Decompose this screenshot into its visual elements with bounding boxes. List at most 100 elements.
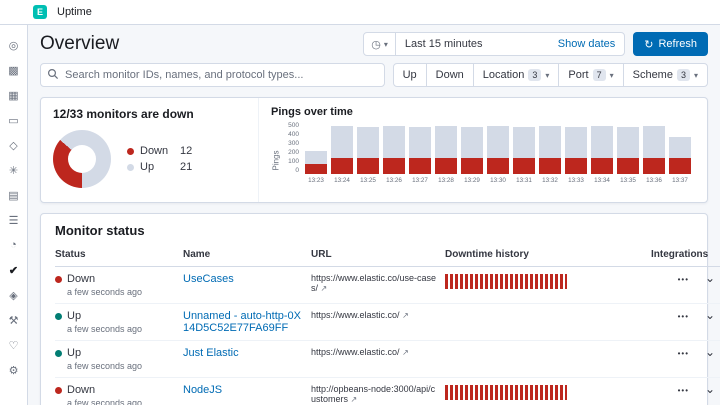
external-link-icon[interactable]: ↗ (351, 395, 358, 404)
monitor-name-link[interactable]: UseCases (183, 273, 234, 285)
x-tick-label: 13:36 (641, 177, 667, 184)
quick-select-menu-button[interactable]: ◷ ▾ (364, 33, 396, 55)
monitor-url: http://opbeans-node:3000/api/customers (311, 384, 435, 404)
pings-bar[interactable] (641, 122, 667, 174)
external-link-icon[interactable]: ↗ (321, 284, 328, 293)
external-link-icon[interactable]: ↗ (402, 348, 409, 357)
filter-port-button[interactable]: Port 7 ▾ (558, 64, 622, 86)
filter-down-button[interactable]: Down (426, 64, 473, 86)
apm-icon[interactable]: ◔ (4, 235, 24, 255)
sidebar: ◎ ▩ ▦ ▭ ◇ ✳ ▤ ☰ ◔ ✔ ◈ ⚒ ♡ ⚙ (0, 25, 28, 405)
pings-bar[interactable] (537, 122, 563, 174)
down-pings-segment (487, 158, 509, 174)
x-tick-label: 13:35 (615, 177, 641, 184)
monitor-status-table: StatusNameURLDowntime historyIntegration… (55, 245, 720, 405)
up-pings-segment (331, 126, 353, 158)
monitor-name-link[interactable]: Unnamed - auto-http-0X14D5C52E77FA69FF (183, 310, 301, 334)
status-timestamp: a few seconds ago (67, 398, 177, 405)
discover-icon[interactable]: ◎ (4, 35, 24, 55)
expand-row-chevron-icon[interactable]: ⌄ (705, 347, 715, 357)
column-header-downtime-history: Downtime history (445, 245, 651, 267)
filter-up-button[interactable]: Up (394, 64, 426, 86)
breadcrumb-app-name[interactable]: Uptime (57, 6, 92, 18)
pings-bar[interactable] (563, 122, 589, 174)
pings-bar[interactable] (303, 122, 329, 174)
refresh-icon: ↻ (644, 38, 653, 51)
pings-bar[interactable] (615, 122, 641, 174)
clock-icon: ◷ (371, 38, 381, 51)
x-tick-label: 13:25 (355, 177, 381, 184)
dashboard-icon[interactable]: ▦ (4, 85, 24, 105)
x-tick-label: 13:32 (537, 177, 563, 184)
logs-icon[interactable]: ☰ (4, 210, 24, 230)
x-tick-label: 13:33 (563, 177, 589, 184)
expand-row-chevron-icon[interactable]: ⌄ (705, 384, 715, 394)
management-icon[interactable]: ⚙ (4, 360, 24, 380)
up-pings-segment (409, 127, 431, 158)
monitor-row: Upa few seconds agoJust Elastichttps://w… (55, 341, 720, 378)
expand-row-chevron-icon[interactable]: ⌄ (705, 273, 715, 283)
pings-bar[interactable] (329, 122, 355, 174)
filter-scheme-button[interactable]: Scheme 3 ▾ (623, 64, 707, 86)
dev-tools-icon[interactable]: ⚒ (4, 310, 24, 330)
down-pings-segment (305, 164, 327, 174)
up-pings-segment (435, 126, 457, 158)
maps-icon[interactable]: ◇ (4, 135, 24, 155)
pings-bar[interactable] (667, 122, 693, 174)
x-tick-label: 13:31 (511, 177, 537, 184)
refresh-button[interactable]: ↻ Refresh (633, 32, 708, 56)
elastic-logo[interactable]: E (33, 5, 47, 19)
down-pings-segment (383, 158, 405, 174)
pings-bar[interactable] (381, 122, 407, 174)
filter-location-button[interactable]: Location 3 ▾ (473, 64, 559, 86)
chevron-down-icon: ▾ (694, 71, 698, 80)
expand-row-chevron-icon[interactable]: ⌄ (705, 310, 715, 320)
up-pings-segment (461, 127, 483, 158)
external-link-icon[interactable]: ↗ (402, 311, 409, 320)
monitor-name-link[interactable]: NodeJS (183, 384, 222, 396)
x-tick-label: 13:27 (407, 177, 433, 184)
down-pings-segment (331, 158, 353, 174)
integrations-menu-button[interactable]: ••• (678, 386, 689, 395)
up-pings-segment (617, 127, 639, 158)
x-tick-label: 13:24 (329, 177, 355, 184)
status-label: Up (67, 347, 81, 359)
pings-bar[interactable] (407, 122, 433, 174)
up-pings-segment (487, 126, 509, 158)
machine-learning-icon[interactable]: ✳ (4, 160, 24, 180)
donut-legend: Down 12 Up 21 (127, 141, 192, 177)
stack-monitoring-icon[interactable]: ♡ (4, 335, 24, 355)
uptime-icon[interactable]: ✔ (4, 260, 24, 280)
y-tick-label: 100 (281, 158, 299, 165)
siem-icon[interactable]: ◈ (4, 285, 24, 305)
pings-bar[interactable] (485, 122, 511, 174)
visualize-icon[interactable]: ▩ (4, 60, 24, 80)
top-navigation-bar: E Uptime (0, 0, 720, 25)
integrations-menu-button[interactable]: ••• (678, 349, 689, 358)
pings-bar[interactable] (511, 122, 537, 174)
integrations-menu-button[interactable]: ••• (678, 275, 689, 284)
monitors-donut-chart[interactable] (53, 130, 111, 188)
monitor-row: Downa few seconds agoNodeJShttp://opbean… (55, 378, 720, 405)
canvas-icon[interactable]: ▭ (4, 110, 24, 130)
monitor-row: Downa few seconds agoUseCaseshttps://www… (55, 267, 720, 304)
x-tick-label: 13:37 (667, 177, 693, 184)
pings-plot (303, 122, 693, 174)
column-header-integrations: Integrations (651, 245, 695, 267)
pings-y-ticks: 5004003002001000 (281, 122, 303, 174)
integrations-menu-button[interactable]: ••• (678, 312, 689, 321)
show-dates-link[interactable]: Show dates (558, 38, 624, 50)
pings-bar[interactable] (433, 122, 459, 174)
monitor-name-link[interactable]: Just Elastic (183, 347, 239, 359)
pings-bar[interactable] (355, 122, 381, 174)
pings-bar[interactable] (589, 122, 615, 174)
monitor-url: https://www.elastic.co/ (311, 310, 400, 320)
search-input[interactable] (40, 63, 385, 87)
status-dot-icon (55, 276, 62, 283)
chevron-down-icon: ▾ (610, 71, 614, 80)
y-tick-label: 200 (281, 149, 299, 156)
time-range-value[interactable]: Last 15 minutes (396, 38, 492, 50)
pings-bar[interactable] (459, 122, 485, 174)
x-tick-label: 13:30 (485, 177, 511, 184)
metrics-icon[interactable]: ▤ (4, 185, 24, 205)
